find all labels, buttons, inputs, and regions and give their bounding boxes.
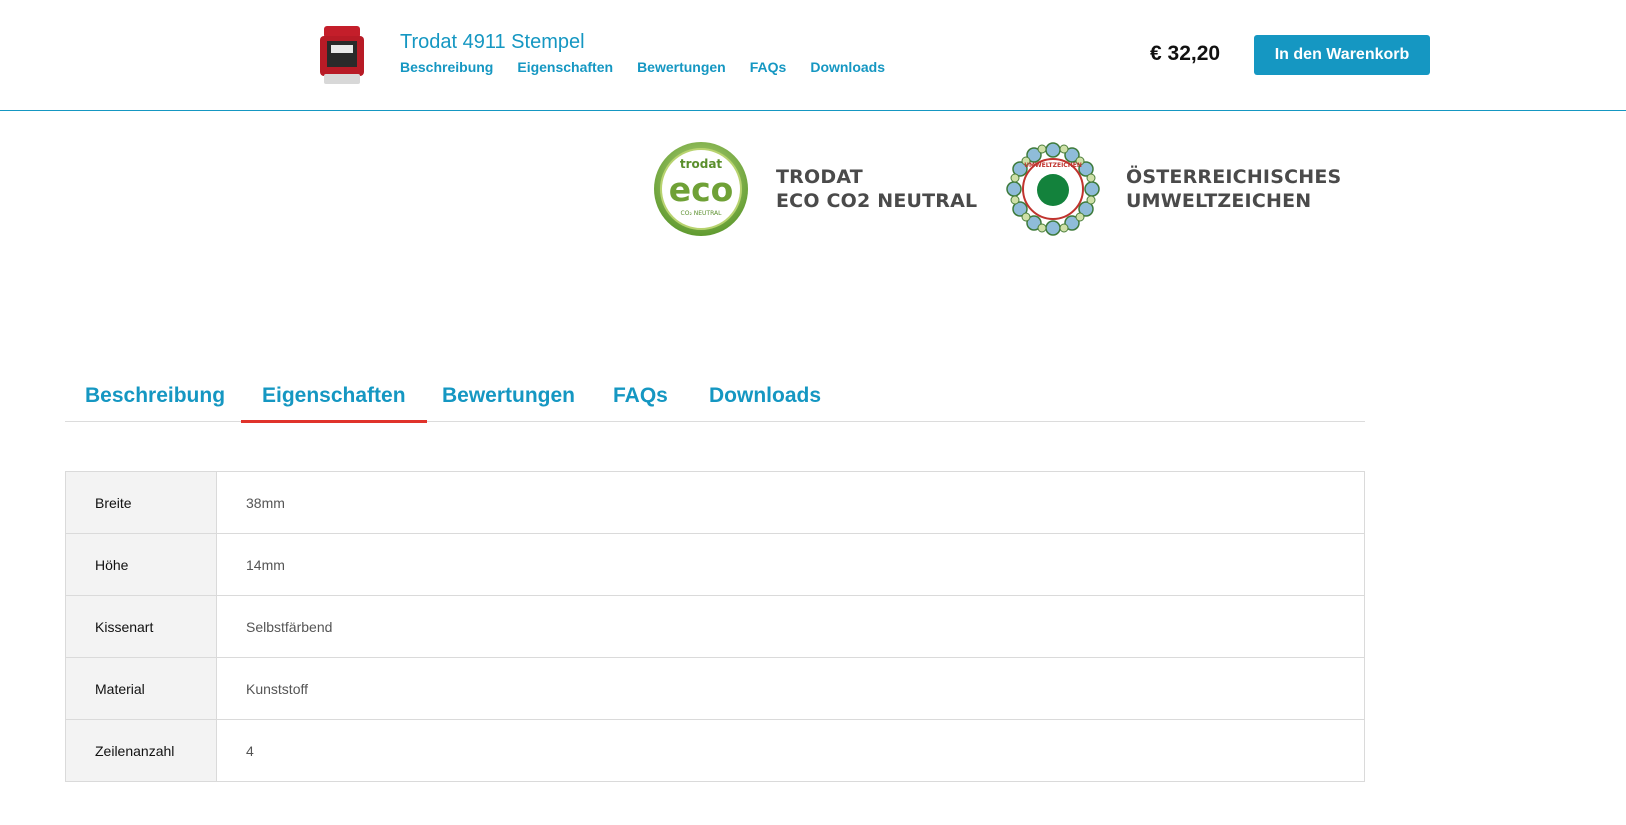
svg-text:CO₂ NEUTRAL: CO₂ NEUTRAL bbox=[681, 210, 723, 217]
umweltzeichen-logo: UMWELTZEICHEN bbox=[1006, 142, 1100, 236]
stamp-product-thumbnail[interactable] bbox=[318, 24, 366, 86]
tab-eigenschaften[interactable]: Eigenschaften bbox=[241, 384, 427, 423]
product-price: € 32,20 bbox=[1150, 42, 1221, 65]
property-name: Kissenart bbox=[65, 595, 217, 658]
property-value: 38mm bbox=[216, 471, 1365, 534]
certification-label: TRODAT ECO CO2 NEUTRAL bbox=[776, 165, 977, 213]
property-value: 4 bbox=[216, 719, 1365, 782]
certification-umweltzeichen: UMWELTZEICHEN ÖSTERREICHISCHES UMWELTZEI… bbox=[1004, 140, 1341, 238]
header-nav-beschreibung[interactable]: Beschreibung bbox=[400, 59, 493, 75]
certification-label-line: UMWELTZEICHEN bbox=[1126, 190, 1312, 212]
property-name: Zeilenanzahl bbox=[65, 719, 217, 782]
svg-text:trodat: trodat bbox=[680, 157, 723, 171]
property-name: Höhe bbox=[65, 533, 217, 596]
property-name: Breite bbox=[65, 471, 217, 534]
certification-label-line: TRODAT bbox=[776, 166, 863, 188]
property-value: Selbstfärbend bbox=[216, 595, 1365, 658]
add-to-cart-button[interactable]: In den Warenkorb bbox=[1254, 35, 1430, 75]
tab-downloads[interactable]: Downloads bbox=[709, 384, 821, 408]
table-row: Breite 38mm bbox=[65, 471, 1365, 534]
table-row: Zeilenanzahl 4 bbox=[65, 719, 1365, 782]
header-section-nav: Beschreibung Eigenschaften Bewertungen F… bbox=[400, 59, 885, 75]
table-row: Höhe 14mm bbox=[65, 533, 1365, 596]
header-nav-eigenschaften[interactable]: Eigenschaften bbox=[517, 59, 613, 75]
certification-label-line: ÖSTERREICHISCHES bbox=[1126, 166, 1342, 188]
tab-faqs[interactable]: FAQs bbox=[613, 384, 668, 408]
tab-bewertungen[interactable]: Bewertungen bbox=[442, 384, 575, 408]
certification-trodat-eco: trodat eco CO₂ NEUTRAL TRODAT ECO CO2 NE… bbox=[652, 140, 977, 238]
svg-text:eco: eco bbox=[669, 170, 734, 209]
header-nav-faqs[interactable]: FAQs bbox=[750, 59, 787, 75]
header-nav-downloads[interactable]: Downloads bbox=[810, 59, 885, 75]
property-value: 14mm bbox=[216, 533, 1365, 596]
certification-label: ÖSTERREICHISCHES UMWELTZEICHEN bbox=[1126, 165, 1341, 213]
product-title[interactable]: Trodat 4911 Stempel bbox=[400, 31, 585, 54]
table-row: Kissenart Selbstfärbend bbox=[65, 595, 1365, 658]
trodat-eco-logo: trodat eco CO₂ NEUTRAL bbox=[654, 142, 748, 236]
tab-beschreibung[interactable]: Beschreibung bbox=[85, 384, 225, 408]
svg-text:UMWELTZEICHEN: UMWELTZEICHEN bbox=[1024, 162, 1082, 169]
product-tabs: Beschreibung Eigenschaften Bewertungen F… bbox=[65, 372, 1365, 423]
properties-table: Breite 38mm Höhe 14mm Kissenart Selbstfä… bbox=[65, 471, 1365, 782]
table-row: Material Kunststoff bbox=[65, 657, 1365, 720]
sticky-product-header: Trodat 4911 Stempel Beschreibung Eigensc… bbox=[0, 0, 1626, 111]
property-name: Material bbox=[65, 657, 217, 720]
property-value: Kunststoff bbox=[216, 657, 1365, 720]
certification-label-line: ECO CO2 NEUTRAL bbox=[776, 190, 978, 212]
header-nav-bewertungen[interactable]: Bewertungen bbox=[637, 59, 726, 75]
